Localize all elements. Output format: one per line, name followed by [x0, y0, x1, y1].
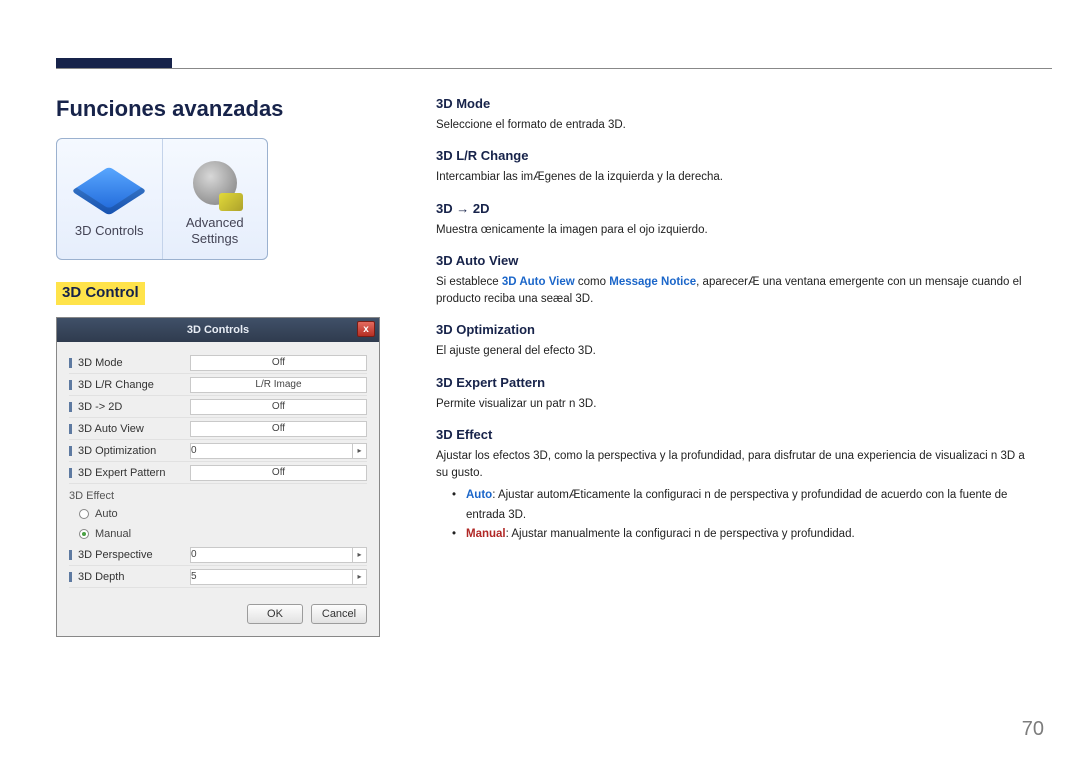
row-label: 3D -> 2D: [78, 401, 190, 413]
row-label: 3D Depth: [78, 571, 190, 583]
row-3d-perspective: 3D Perspective 0 ▸: [69, 544, 367, 566]
row-label: 3D Perspective: [78, 549, 190, 561]
right-column: 3D Mode Seleccione el formato de entrada…: [436, 96, 1032, 637]
heading-3d-mode: 3D Mode: [436, 96, 1032, 111]
row-3d-depth: 3D Depth 5 ▸: [69, 566, 367, 588]
ok-button[interactable]: OK: [247, 604, 303, 624]
cube-icon: [82, 163, 136, 217]
text-3d-effect: Ajustar los efectos 3D, como la perspect…: [436, 448, 1032, 483]
page-title: Funciones avanzadas: [56, 96, 388, 122]
tile-advanced-settings[interactable]: AdvancedSettings: [163, 139, 268, 259]
text-3d-opt: El ajuste general del efecto 3D.: [436, 343, 1032, 360]
bullet-auto: Auto: Ajustar automÆticamente la configu…: [452, 486, 1032, 525]
row-3d-auto-view: 3D Auto View Off: [69, 418, 367, 440]
heading-3d-pattern: 3D Expert Pattern: [436, 375, 1032, 390]
header-rule: [56, 68, 1052, 69]
dialog-title: 3D Controls: [187, 324, 249, 336]
row-label: 3D L/R Change: [78, 379, 190, 391]
heading-3d-auto: 3D Auto View: [436, 253, 1032, 268]
tile-label: 3D Controls: [75, 223, 144, 239]
cancel-button[interactable]: Cancel: [311, 604, 367, 624]
radio-auto[interactable]: Auto: [69, 504, 367, 524]
row-3d-mode: 3D Mode Off: [69, 352, 367, 374]
section-heading: 3D Control: [62, 284, 139, 301]
row-3d-expert-pattern: 3D Expert Pattern Off: [69, 462, 367, 484]
row-label: 3D Mode: [78, 357, 190, 369]
dropdown-3d-mode[interactable]: Off: [190, 355, 367, 371]
radio-icon: [79, 529, 89, 539]
effect-bullets: Auto: Ajustar automÆticamente la configu…: [452, 486, 1032, 545]
spinner-3d-depth[interactable]: 5 ▸: [190, 569, 367, 585]
dropdown-3d-auto[interactable]: Off: [190, 421, 367, 437]
dialog-titlebar: 3D Controls x: [57, 318, 379, 342]
spinner-3d-perspective[interactable]: 0 ▸: [190, 547, 367, 563]
page-number: 70: [1022, 718, 1044, 741]
section-heading-highlight: 3D Control: [56, 282, 145, 305]
dropdown-3d-lr[interactable]: L/R Image: [190, 377, 367, 393]
row-label: 3D Optimization: [78, 445, 190, 457]
row-label: 3D Auto View: [78, 423, 190, 435]
text-3d-auto: Si establece 3D Auto View como Message N…: [436, 274, 1032, 309]
text-3d-pattern: Permite visualizar un patr n 3D.: [436, 396, 1032, 413]
chevron-right-icon[interactable]: ▸: [352, 570, 366, 584]
radio-manual[interactable]: Manual: [69, 524, 367, 544]
dropdown-3d-pattern[interactable]: Off: [190, 465, 367, 481]
text-3d-lr: Intercambiar las imÆgenes de la izquierd…: [436, 169, 1032, 186]
radio-label: Auto: [95, 508, 118, 520]
row-3d-lr-change: 3D L/R Change L/R Image: [69, 374, 367, 396]
row-3d-to-2d: 3D -> 2D Off: [69, 396, 367, 418]
tile-3d-controls[interactable]: 3D Controls: [57, 139, 163, 259]
tile-row: 3D Controls AdvancedSettings: [56, 138, 268, 260]
heading-3d-opt: 3D Optimization: [436, 322, 1032, 337]
tile-label: AdvancedSettings: [186, 215, 244, 246]
spinner-3d-opt[interactable]: 0 ▸: [190, 443, 367, 459]
heading-3d-2d: 3D → 2D: [436, 201, 1032, 216]
left-column: Funciones avanzadas 3D Controls Advanced…: [56, 96, 388, 637]
row-label: 3D Expert Pattern: [78, 467, 190, 479]
radio-icon: [79, 509, 89, 519]
bullet-manual: Manual: Ajustar manualmente la configura…: [452, 525, 1032, 545]
close-icon[interactable]: x: [357, 321, 375, 337]
heading-3d-lr: 3D L/R Change: [436, 148, 1032, 163]
heading-3d-effect: 3D Effect: [436, 427, 1032, 442]
group-3d-effect: 3D Effect: [69, 484, 367, 504]
chevron-right-icon[interactable]: ▸: [352, 444, 366, 458]
dropdown-3d-2d[interactable]: Off: [190, 399, 367, 415]
text-3d-2d: Muestra œnicamente la imagen para el ojo…: [436, 222, 1032, 239]
row-3d-optimization: 3D Optimization 0 ▸: [69, 440, 367, 462]
gear-icon: [188, 155, 242, 209]
chevron-right-icon[interactable]: ▸: [352, 548, 366, 562]
dialog-3d-controls: 3D Controls x 3D Mode Off 3D L/R Change …: [56, 317, 380, 637]
radio-label: Manual: [95, 528, 131, 540]
text-3d-mode: Seleccione el formato de entrada 3D.: [436, 117, 1032, 134]
